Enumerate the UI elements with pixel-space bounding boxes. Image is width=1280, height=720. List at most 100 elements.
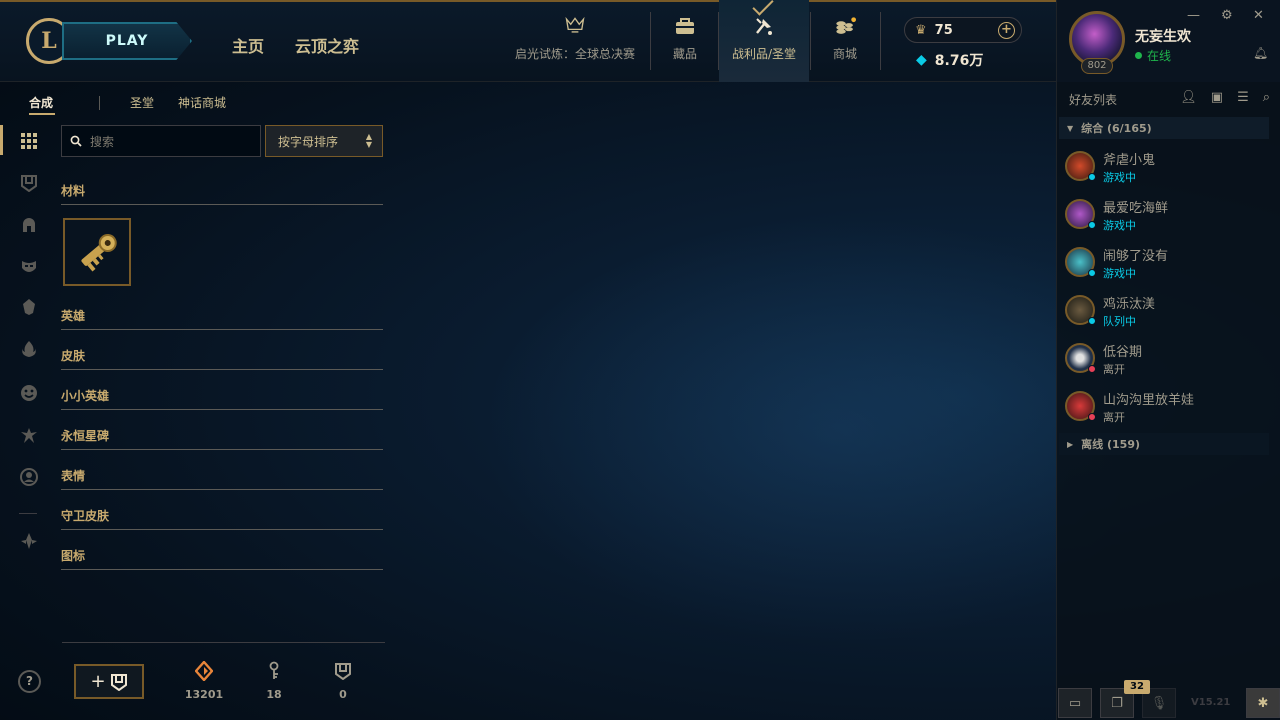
ward-icon[interactable] xyxy=(18,424,40,446)
loot-item-key[interactable] xyxy=(63,218,131,286)
category-little-legends[interactable]: 小小英雄 xyxy=(61,387,383,410)
chat-bubble-icon[interactable]: ▭ xyxy=(1058,688,1092,718)
tab-crafting[interactable]: 合成 xyxy=(29,94,53,111)
friend-row[interactable]: 山沟沟里放羊娃 离开 xyxy=(1063,382,1273,430)
add-friend-icon[interactable]: 👤︎ xyxy=(1180,90,1197,105)
friend-status: 离开 xyxy=(1103,411,1125,424)
bottom-divider xyxy=(62,642,385,643)
nav-home[interactable]: 主页 xyxy=(232,33,264,57)
friend-status: 游戏中 xyxy=(1103,171,1136,184)
active-subtab-underline xyxy=(29,113,55,115)
top-navigation-bar: L PLAY 主页 云顶之弈 启光试炼：全球总决赛 藏品 战利品/圣堂 商城 ♛… xyxy=(0,0,1056,82)
friend-group-offline[interactable]: ▶ 离线 (159) xyxy=(1059,433,1269,455)
sort-label: 按字母排序 xyxy=(278,134,339,149)
add-folder-icon[interactable]: ▣ xyxy=(1211,90,1223,105)
notification-bell-icon[interactable]: 🔔︎ xyxy=(1253,46,1268,60)
list-view-icon[interactable]: ☰ xyxy=(1237,90,1249,105)
tab-worlds-event[interactable]: 启光试炼：全球总决赛 xyxy=(510,0,640,82)
tab-sanctum[interactable]: 圣堂 xyxy=(130,94,154,111)
play-label: PLAY xyxy=(105,33,149,49)
friend-name: 最爱吃海鲜 xyxy=(1103,201,1169,216)
friend-name: 鸡泺汰渼 xyxy=(1103,297,1156,312)
add-chest-button[interactable]: + xyxy=(74,664,144,699)
tab-worlds-label: 启光试炼：全球总决赛 xyxy=(514,47,635,61)
minimize-icon[interactable]: — xyxy=(1187,8,1200,23)
category-skins[interactable]: 皮肤 xyxy=(61,347,383,370)
category-rail xyxy=(0,82,56,720)
summoner-name: 无妄生欢 xyxy=(1135,29,1191,45)
friends-title: 好友列表 xyxy=(1069,93,1118,107)
sort-dropdown[interactable]: 按字母排序 ▲ ▼ xyxy=(265,125,383,157)
message-count-badge: 32 xyxy=(1124,680,1150,694)
category-icons[interactable]: 图标 xyxy=(61,547,383,570)
friend-row[interactable]: 鸡泺汰渼 队列中 xyxy=(1063,286,1273,334)
bug-report-icon[interactable]: ✱ xyxy=(1246,688,1280,718)
status-text: 在线 xyxy=(1147,49,1172,63)
friend-name: 低谷期 xyxy=(1103,345,1143,360)
help-button[interactable]: ? xyxy=(18,670,41,693)
rail-divider xyxy=(19,513,37,514)
collection-bag-icon xyxy=(674,15,696,37)
search-icon[interactable]: ⌕ xyxy=(1263,90,1270,105)
search-input[interactable]: 搜索 xyxy=(61,125,261,157)
online-status[interactable]: 在线 xyxy=(1135,47,1171,64)
worlds-trophy-icon xyxy=(564,15,586,37)
champion-helmet-icon[interactable] xyxy=(18,214,40,236)
status-dot-icon xyxy=(1088,413,1096,421)
profile-icon-icon[interactable] xyxy=(18,466,40,488)
category-champions[interactable]: 英雄 xyxy=(61,307,383,330)
store-coins-icon xyxy=(834,15,856,37)
category-materials[interactable]: 材料 xyxy=(61,182,383,205)
close-icon[interactable]: ✕ xyxy=(1253,8,1264,23)
friend-status: 游戏中 xyxy=(1103,267,1136,280)
logo-letter: L xyxy=(41,28,57,54)
eternals-flame-icon[interactable] xyxy=(18,338,40,360)
blue-essence-icon: ◆ xyxy=(916,52,927,68)
loot-subtabs: 合成 圣堂 神话商城 xyxy=(29,94,226,111)
nav-tft[interactable]: 云顶之弈 xyxy=(295,33,359,57)
category-eternals[interactable]: 永恒星碑 xyxy=(61,427,383,450)
profile-panel[interactable]: 802 无妄生欢 在线 — ⚙ ✕ 🔔︎ xyxy=(1056,0,1280,82)
skin-mask-icon[interactable] xyxy=(18,256,40,278)
buy-rp-plus-icon[interactable]: + xyxy=(998,22,1015,39)
plus-icon: + xyxy=(90,671,106,692)
social-footer: ▭ ❐ 🎙︎ ✱ xyxy=(1056,686,1280,720)
status-dot-icon xyxy=(1088,269,1096,277)
little-legend-icon[interactable] xyxy=(18,296,40,318)
category-ward-skins[interactable]: 守卫皮肤 xyxy=(61,507,383,530)
rp-amount: 75 xyxy=(934,22,953,38)
friend-row[interactable]: 低谷期 离开 xyxy=(1063,334,1273,382)
friend-name: 山沟沟里放羊娃 xyxy=(1103,393,1195,408)
settings-gear-icon[interactable]: ⚙ xyxy=(1221,8,1233,23)
friends-toolbar: 👤︎ ▣ ☰ ⌕ xyxy=(1180,90,1270,105)
status-dot-icon xyxy=(1088,317,1096,325)
friend-row[interactable]: 斧虐小鬼 游戏中 xyxy=(1063,142,1273,190)
tab-store[interactable]: 商城 xyxy=(820,0,870,82)
client-window: L PLAY 主页 云顶之弈 启光试炼：全球总决赛 藏品 战利品/圣堂 商城 ♛… xyxy=(0,0,1280,720)
chest-icon xyxy=(318,660,368,682)
riot-points-display[interactable]: ♛ 75 + xyxy=(904,17,1022,43)
status-dot-icon xyxy=(1088,221,1096,229)
all-grid-icon[interactable] xyxy=(18,130,40,152)
friend-row[interactable]: 闹够了没有 游戏中 xyxy=(1063,238,1273,286)
emote-face-icon[interactable] xyxy=(18,382,40,404)
blue-essence-display: ◆ 8.76万 xyxy=(916,50,983,70)
active-indicator xyxy=(0,125,3,155)
tab-collection[interactable]: 藏品 xyxy=(660,0,710,82)
hextech-key-icon xyxy=(81,234,117,272)
active-tab-indicator xyxy=(752,0,774,16)
crafting-icon[interactable] xyxy=(18,530,40,552)
level-badge: 802 xyxy=(1081,58,1113,74)
friend-group-general[interactable]: ▼ 综合 (6/165) xyxy=(1059,117,1269,139)
chest-icon xyxy=(110,673,127,691)
tab-loot[interactable]: 战利品/圣堂 xyxy=(719,0,809,82)
tab-mythic-shop[interactable]: 神话商城 xyxy=(178,94,226,111)
friend-name: 闹够了没有 xyxy=(1103,249,1169,264)
category-emotes[interactable]: 表情 xyxy=(61,467,383,490)
dropdown-arrows-icon: ▲ ▼ xyxy=(365,132,372,149)
friend-row[interactable]: 最爱吃海鲜 游戏中 xyxy=(1063,190,1273,238)
play-button[interactable]: PLAY xyxy=(62,22,192,60)
tab-collection-label: 藏品 xyxy=(672,47,697,61)
version-label: V15.21 xyxy=(1191,697,1231,708)
chest-icon[interactable] xyxy=(18,172,40,194)
